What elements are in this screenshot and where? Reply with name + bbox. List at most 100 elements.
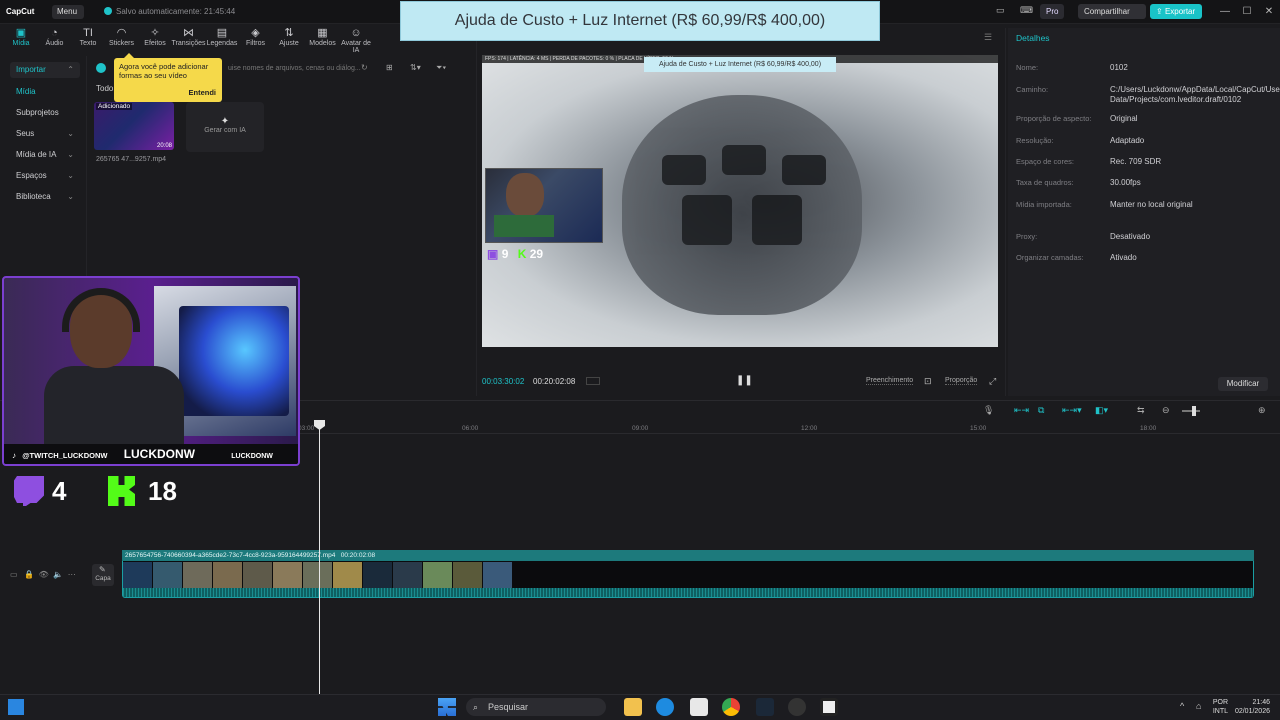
close-icon[interactable]: ✕ bbox=[1262, 5, 1276, 19]
fill-button[interactable]: Preenchimento bbox=[866, 377, 914, 385]
sort-icon[interactable]: ⇅▾ bbox=[410, 63, 421, 72]
refresh-icon[interactable]: ↻ bbox=[361, 63, 368, 72]
snap-icon[interactable]: ⇤⇥▾ bbox=[1062, 405, 1082, 416]
nav-item-3[interactable]: Seus ⌄ bbox=[10, 126, 80, 142]
tool-effects[interactable]: ✧ Efeitos bbox=[138, 27, 172, 53]
store-icon[interactable] bbox=[690, 698, 708, 716]
tool-avatar[interactable]: ☺ Avatar de IA bbox=[339, 27, 373, 54]
search-input[interactable]: uise nomes de arquivos, cenas ou diálog.… bbox=[228, 63, 370, 75]
nav-item-4[interactable]: Mídia de IA ⌄ bbox=[10, 147, 80, 163]
export-button[interactable]: ⇪ Exportar bbox=[1150, 4, 1202, 19]
chrome-icon[interactable] bbox=[722, 698, 740, 716]
media-filename: 265765 47...9257.mp4 bbox=[96, 156, 167, 163]
clock[interactable]: 21:46 02/01/2026 bbox=[1226, 698, 1270, 716]
tool-media[interactable]: ▣ Mídia bbox=[4, 27, 38, 53]
tool-templates[interactable]: ▦ Modelos bbox=[306, 27, 340, 53]
more-icon[interactable]: ⋯ bbox=[68, 570, 76, 579]
detail-value: Original bbox=[1110, 114, 1138, 123]
zoom-handle[interactable] bbox=[1192, 406, 1196, 416]
nav-item-6[interactable]: Biblioteca ⌄ bbox=[10, 189, 80, 205]
microphone-icon[interactable]: 🎙 bbox=[983, 405, 994, 416]
webcam-name-big: LUCKDONW bbox=[123, 447, 196, 461]
menu-button[interactable]: Menu bbox=[52, 5, 84, 19]
preview-axis-icon[interactable]: ◧▾ bbox=[1095, 405, 1108, 416]
ruler-tick: 03:00 bbox=[298, 425, 315, 432]
capcut-taskbar-icon[interactable] bbox=[820, 698, 838, 716]
network-icon[interactable]: ⌂ bbox=[1196, 701, 1201, 711]
nav-item-1[interactable]: Mídia bbox=[10, 84, 80, 100]
track-toggle-icon[interactable]: ▭ bbox=[10, 570, 18, 579]
file-explorer-icon[interactable] bbox=[624, 698, 642, 716]
edge-icon[interactable] bbox=[656, 698, 674, 716]
detail-label: Proporção de aspecto: bbox=[1016, 114, 1092, 123]
section-label: Todo bbox=[96, 84, 114, 93]
toggle-icon[interactable] bbox=[96, 63, 106, 73]
view-grid-icon[interactable]: ⊞ bbox=[386, 63, 393, 72]
text-icon: TI bbox=[83, 27, 93, 39]
language-indicator[interactable]: POR INTL bbox=[1206, 698, 1228, 716]
tool-label: Stickers bbox=[109, 40, 134, 47]
lock-icon[interactable]: 🔒 bbox=[24, 570, 34, 579]
fit-icon[interactable]: ⇆ bbox=[1137, 405, 1145, 416]
layout-code: INTL bbox=[1212, 708, 1228, 715]
nav-item-5[interactable]: Espaços ⌄ bbox=[10, 168, 80, 184]
playhead[interactable] bbox=[319, 420, 320, 694]
minimize-icon[interactable]: — bbox=[1218, 5, 1232, 19]
speaker-icon[interactable]: 🔈 bbox=[53, 570, 63, 579]
tool-sticker[interactable]: ◠ Stickers bbox=[105, 27, 139, 53]
ruler-tick: 12:00 bbox=[801, 425, 818, 432]
crop-icon[interactable]: ⊡ bbox=[924, 376, 932, 387]
magnet-icon[interactable]: ⧉ bbox=[1038, 405, 1044, 416]
pro-button[interactable]: Pro bbox=[1040, 4, 1065, 19]
layout-icon[interactable]: ▭ bbox=[996, 5, 1005, 16]
filter-icon[interactable]: ⏷▾ bbox=[436, 63, 446, 73]
obs-icon[interactable] bbox=[788, 698, 806, 716]
maximize-icon[interactable]: ☐ bbox=[1240, 5, 1254, 19]
avatar-icon: ☺ bbox=[350, 27, 362, 39]
tool-audio[interactable]: ◔ Áudio bbox=[38, 27, 72, 53]
tool-label: Áudio bbox=[45, 40, 64, 47]
link-icon[interactable]: ⇤⇥ bbox=[1014, 405, 1029, 416]
timecode-mode-icon[interactable] bbox=[586, 377, 600, 385]
tool-adjust[interactable]: ⇅ Ajuste bbox=[272, 27, 306, 53]
zoom-slider[interactable] bbox=[1182, 410, 1200, 412]
nav-item-0[interactable]: Importar ⌃ bbox=[10, 62, 80, 78]
tool-transition[interactable]: ⋈ Transições bbox=[172, 27, 206, 53]
app-tray-icon[interactable] bbox=[8, 699, 24, 715]
tray-chevron-icon[interactable]: ^ bbox=[1180, 701, 1184, 711]
zoom-in-icon[interactable]: ⊕ bbox=[1258, 405, 1266, 416]
adjust-icon: ⇅ bbox=[284, 27, 294, 39]
generate-ai-card[interactable]: ✦ Gerar com IA bbox=[186, 102, 264, 152]
tool-captions[interactable]: ▤ Legendas bbox=[205, 27, 239, 53]
shortcuts-icon[interactable]: ⌨ bbox=[1020, 5, 1033, 16]
media-thumbnail[interactable]: Adicionado 20:08 bbox=[94, 102, 174, 150]
clip-name: 2657654756-740660394-a365cde2-73c7-4cc8-… bbox=[125, 552, 336, 559]
nav-item-2[interactable]: Subprojetos bbox=[10, 105, 80, 121]
fullscreen-icon[interactable]: ⤢ bbox=[989, 376, 996, 387]
steam-icon[interactable] bbox=[756, 698, 774, 716]
taskbar-search[interactable]: ⌕ Pesquisar bbox=[466, 698, 606, 716]
timecode-total: 00:20:02:08 bbox=[533, 377, 576, 386]
detail-value: Desativado bbox=[1110, 232, 1151, 241]
captions-icon: ▤ bbox=[216, 27, 228, 39]
cover-label: Capa bbox=[95, 575, 111, 582]
ratio-button[interactable]: Proporção bbox=[945, 377, 978, 385]
transition-icon: ⋈ bbox=[183, 27, 194, 39]
cover-button[interactable]: ✎ Capa bbox=[92, 564, 114, 586]
ruler-tick: 09:00 bbox=[632, 425, 649, 432]
tool-filter[interactable]: ◈ Filtros bbox=[239, 27, 273, 53]
tool-text[interactable]: TI Texto bbox=[71, 27, 105, 53]
nav-label: Importar bbox=[16, 65, 46, 74]
modify-button[interactable]: Modificar bbox=[1218, 377, 1268, 391]
player-menu-icon[interactable]: ☰ bbox=[984, 32, 992, 43]
zoom-out-icon[interactable]: ⊖ bbox=[1162, 405, 1170, 416]
tooltip-ok-button[interactable]: Entendi bbox=[189, 88, 217, 97]
eye-icon[interactable]: 👁 bbox=[39, 570, 49, 579]
chevron-icon: ⌄ bbox=[67, 171, 74, 180]
tool-label: Ajuste bbox=[279, 40, 299, 47]
pause-icon[interactable]: ❚❚ bbox=[736, 375, 753, 386]
share-button[interactable]: Compartilhar bbox=[1078, 4, 1146, 19]
nav-label: Mídia bbox=[16, 87, 36, 96]
upload-icon: ⇪ bbox=[1156, 7, 1165, 16]
clip-duration: 00:20:02:08 bbox=[340, 552, 376, 559]
